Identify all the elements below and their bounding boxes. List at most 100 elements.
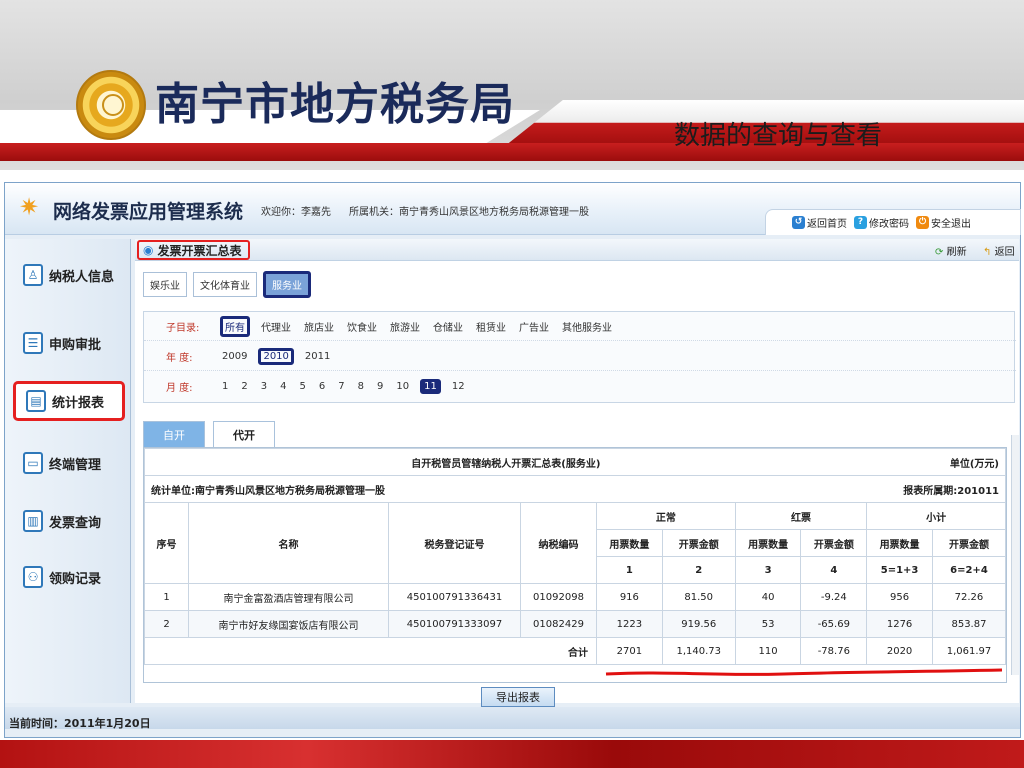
sidebar-item-invoice-query[interactable]: ▥ 发票查询: [13, 501, 125, 541]
month-filter: 月 度: 1 2 3 4 5 6 7 8 9 10 11 12: [144, 372, 1016, 401]
refresh-button[interactable]: ⟳ 刷新: [935, 243, 967, 258]
col-subtotal: 小计: [866, 502, 1006, 530]
catalog-option[interactable]: 代理业: [259, 319, 293, 334]
slide-footer-band: [0, 740, 1024, 768]
total-label: 合计: [144, 637, 597, 665]
industry-tabs: 娱乐业 文化体育业 服务业: [143, 269, 311, 299]
catalog-option[interactable]: 饮食业: [345, 319, 379, 334]
tab-culture-sports[interactable]: 文化体育业: [193, 271, 257, 297]
catalog-option[interactable]: 租赁业: [474, 319, 508, 334]
cell: 853.87: [931, 610, 1007, 638]
home-button[interactable]: ↺ 返回首页: [792, 215, 847, 230]
main-panel: ◉ 发票开票汇总表 ⟳ 刷新 ↰ 返回 娱乐业 文化体育业 服务业 子目录: 所有…: [135, 239, 1019, 707]
circle-icon: ◉: [143, 243, 154, 257]
password-button[interactable]: ? 修改密码: [854, 215, 909, 230]
sidebar: ♙ 纳税人信息 ☰ 申购审批 ▤ 统计报表 ▭ 终端管理 ▥ 发票查询 ⚇ 领购记录: [5, 239, 131, 703]
col-amt: 开票金额: [661, 529, 736, 557]
cell: 110: [734, 637, 802, 665]
catalog-filter: 子目录: 所有 代理业 旅店业 饮食业 旅游业 仓储业 租赁业 广告业 其他服务业: [144, 312, 1016, 341]
catalog-label: 子目录:: [166, 322, 200, 334]
report-icon: ▤: [26, 390, 46, 412]
catalog-option[interactable]: 广告业: [517, 319, 551, 334]
cell: 1223: [596, 610, 663, 638]
month-option[interactable]: 1: [220, 381, 230, 392]
sidebar-item-terminal[interactable]: ▭ 终端管理: [13, 443, 125, 483]
col-index: 6=2+4: [931, 556, 1007, 584]
col-red: 红票: [734, 502, 868, 530]
col-seq: 序号: [144, 502, 189, 584]
sidebar-item-label: 统计报表: [52, 395, 105, 411]
col-normal: 正常: [596, 502, 736, 530]
month-option[interactable]: 2: [239, 381, 249, 392]
col-code: 纳税编码: [520, 502, 597, 584]
cell: 1,140.73: [661, 637, 736, 665]
power-icon: ⏻: [916, 216, 929, 229]
page-title: ◉ 发票开票汇总表: [137, 240, 250, 260]
password-label: 修改密码: [869, 219, 909, 230]
year-option[interactable]: 2010: [258, 347, 294, 365]
cell: 南宁金富盈酒店管理有限公司: [188, 583, 389, 611]
logout-button[interactable]: ⏻ 安全退出: [916, 215, 971, 230]
cell: 81.50: [661, 583, 736, 611]
chart-icon: ▥: [23, 510, 43, 532]
month-option[interactable]: 4: [278, 381, 288, 392]
cell: 01092098: [520, 583, 597, 611]
app-header: ✷ 网络发票应用管理系统 欢迎你：李嘉先 所属机关：南宁青秀山风景区地方税务局税…: [5, 183, 1021, 235]
catalog-option[interactable]: 旅游业: [388, 319, 422, 334]
approve-icon: ☰: [23, 332, 43, 354]
sidebar-item-label: 领购记录: [49, 571, 102, 587]
catalog-option[interactable]: 旅店业: [302, 319, 336, 334]
back-arrow-icon: ↰: [983, 247, 992, 258]
month-option[interactable]: 11: [420, 379, 441, 394]
sidebar-item-label: 申购审批: [49, 337, 102, 353]
year-filter: 年 度: 2009 2010 2011: [144, 342, 1016, 371]
sidebar-item-reports[interactable]: ▤ 统计报表: [13, 381, 125, 421]
sidebar-item-taxpayer[interactable]: ♙ 纳税人信息: [13, 255, 125, 295]
org-text: 所属机关：南宁青秀山风景区地方税务局税源管理一股: [349, 207, 589, 218]
export-report-button[interactable]: 导出报表: [481, 687, 555, 707]
app-window: ✷ 网络发票应用管理系统 欢迎你：李嘉先 所属机关：南宁青秀山风景区地方税务局税…: [4, 182, 1021, 738]
month-option[interactable]: 9: [375, 381, 385, 392]
col-amt: 开票金额: [931, 529, 1007, 557]
cell: -9.24: [800, 583, 868, 611]
filter-panel: 子目录: 所有 代理业 旅店业 饮食业 旅游业 仓储业 租赁业 广告业 其他服务业 年 度: 2…: [143, 311, 1016, 403]
sidebar-item-purchase-record[interactable]: ⚇ 领购记录: [13, 557, 125, 597]
month-option[interactable]: 6: [317, 381, 327, 392]
status-bar: 当前时间：2011年1月20日: [5, 707, 1020, 730]
catalog-option[interactable]: 所有: [220, 315, 250, 337]
terminal-icon: ▭: [23, 452, 43, 474]
month-option[interactable]: 12: [450, 381, 467, 392]
year-option[interactable]: 2009: [220, 351, 249, 362]
month-option[interactable]: 7: [336, 381, 346, 392]
catalog-option[interactable]: 其他服务业: [560, 319, 614, 334]
month-option[interactable]: 3: [259, 381, 269, 392]
slide-subtitle: 数据的查询与查看: [674, 121, 883, 151]
month-option[interactable]: 8: [356, 381, 366, 392]
table-row: 1 南宁金富盈酒店管理有限公司 450100791336431 01092098…: [144, 583, 1007, 611]
logout-label: 安全退出: [931, 219, 971, 230]
sidebar-item-approval[interactable]: ☰ 申购审批: [13, 323, 125, 363]
cell: 2020: [866, 637, 933, 665]
month-option[interactable]: 10: [394, 381, 411, 392]
back-button[interactable]: ↰ 返回: [983, 243, 1015, 258]
cell: 01082429: [520, 610, 597, 638]
col-index: 1: [596, 556, 663, 584]
tab-self-issued[interactable]: 自开: [143, 421, 205, 447]
issue-tabs: 自开 代开: [143, 421, 275, 447]
scrollbar[interactable]: [1011, 435, 1019, 675]
month-option[interactable]: 5: [298, 381, 308, 392]
cell: -65.69: [800, 610, 868, 638]
col-index: 4: [800, 556, 868, 584]
cell: 450100791333097: [388, 610, 521, 638]
tax-emblem-icon: [76, 70, 146, 140]
catalog-option[interactable]: 仓储业: [431, 319, 465, 334]
tab-proxy-issued[interactable]: 代开: [213, 421, 275, 447]
cell: 1276: [866, 610, 933, 638]
tab-service[interactable]: 服务业: [263, 270, 311, 298]
header-tools: ↺ 返回首页 ? 修改密码 ⏻ 安全退出: [765, 209, 1021, 235]
cell: 919.56: [661, 610, 736, 638]
tab-entertainment[interactable]: 娱乐业: [143, 271, 187, 297]
cell: 72.26: [931, 583, 1007, 611]
col-index: 3: [734, 556, 802, 584]
year-option[interactable]: 2011: [303, 351, 332, 362]
